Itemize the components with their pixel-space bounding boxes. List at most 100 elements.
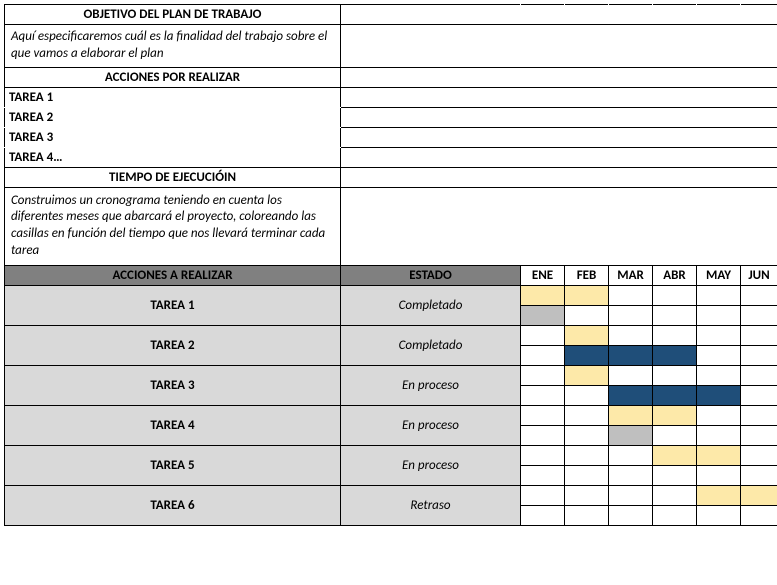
gantt-cell (741, 285, 777, 305)
gantt-cell (609, 485, 653, 505)
gantt-cell (521, 385, 565, 405)
gantt-cell (741, 325, 777, 345)
gantt-cell (653, 445, 697, 465)
gantt-cell (697, 285, 741, 305)
gantt-cell (697, 465, 741, 485)
gantt-cell (521, 465, 565, 485)
gantt-cell (653, 485, 697, 505)
gantt-cell (565, 365, 609, 385)
col-acciones: ACCIONES A REALIZAR (5, 265, 341, 285)
gantt-task-status: En proceso (341, 365, 521, 405)
gantt-cell (741, 485, 777, 505)
gantt-cell (565, 285, 609, 305)
gantt-cell (741, 385, 777, 405)
gantt-cell (521, 325, 565, 345)
gantt-cell (741, 305, 777, 325)
gantt-cell (697, 345, 741, 365)
gantt-cell (565, 465, 609, 485)
gantt-task-name: TAREA 4 (5, 405, 341, 445)
gantt-cell (609, 425, 653, 445)
gantt-cell (741, 465, 777, 485)
gantt-task-name: TAREA 1 (5, 285, 341, 325)
gantt-cell (697, 425, 741, 445)
gantt-cell (609, 505, 653, 525)
col-month: FEB (565, 265, 609, 285)
gantt-cell (609, 385, 653, 405)
gantt-cell (565, 485, 609, 505)
gantt-cell (741, 405, 777, 425)
gantt-cell (565, 505, 609, 525)
gantt-cell (653, 345, 697, 365)
col-month: JUN (741, 265, 777, 285)
gantt-cell (565, 425, 609, 445)
gantt-task-name: TAREA 2 (5, 325, 341, 365)
gantt-cell (697, 365, 741, 385)
gantt-cell (521, 505, 565, 525)
gantt-cell (741, 425, 777, 445)
tiempo-desc: Construimos un cronograma teniendo en cu… (5, 187, 341, 265)
gantt-cell (521, 445, 565, 465)
gantt-cell (697, 325, 741, 345)
gantt-cell (697, 505, 741, 525)
gantt-cell (653, 305, 697, 325)
workplan-table: OBJETIVO DEL PLAN DE TRABAJO Aquí especi… (4, 4, 777, 526)
tarea-row: TAREA 3 (5, 127, 341, 147)
gantt-cell (521, 425, 565, 445)
gantt-task-name: TAREA 3 (5, 365, 341, 405)
gantt-cell (609, 365, 653, 385)
tiempo-header: TIEMPO DE EJECUCIÓIN (5, 167, 341, 187)
gantt-cell (653, 505, 697, 525)
gantt-cell (565, 445, 609, 465)
gantt-cell (565, 305, 609, 325)
gantt-cell (697, 485, 741, 505)
gantt-cell (609, 445, 653, 465)
gantt-cell (697, 385, 741, 405)
gantt-cell (741, 505, 777, 525)
col-month: MAY (697, 265, 741, 285)
gantt-cell (653, 385, 697, 405)
gantt-cell (609, 285, 653, 305)
gantt-cell (697, 405, 741, 425)
acciones-header: ACCIONES POR REALIZAR (5, 67, 341, 87)
gantt-cell (741, 365, 777, 385)
gantt-cell (565, 405, 609, 425)
gantt-cell (653, 365, 697, 385)
gantt-cell (741, 445, 777, 465)
gantt-cell (697, 305, 741, 325)
objetivo-desc: Aquí especificaremos cuál es la finalida… (5, 25, 341, 68)
gantt-cell (653, 325, 697, 345)
gantt-cell (565, 345, 609, 365)
tarea-row: TAREA 2 (5, 107, 341, 127)
gantt-cell (609, 465, 653, 485)
gantt-cell (653, 285, 697, 305)
gantt-cell (521, 485, 565, 505)
gantt-cell (521, 285, 565, 305)
tarea-row: TAREA 4… (5, 147, 341, 167)
gantt-task-status: Retraso (341, 485, 521, 525)
gantt-cell (521, 365, 565, 385)
gantt-cell (565, 325, 609, 345)
gantt-task-name: TAREA 6 (5, 485, 341, 525)
gantt-task-name: TAREA 5 (5, 445, 341, 485)
objetivo-header: OBJETIVO DEL PLAN DE TRABAJO (5, 5, 341, 25)
gantt-cell (521, 305, 565, 325)
gantt-cell (653, 425, 697, 445)
col-month: ABR (653, 265, 697, 285)
gantt-task-status: Completado (341, 285, 521, 325)
gantt-cell (741, 345, 777, 365)
gantt-task-status: En proceso (341, 445, 521, 485)
gantt-cell (609, 345, 653, 365)
gantt-cell (609, 405, 653, 425)
gantt-cell (521, 345, 565, 365)
gantt-task-status: En proceso (341, 405, 521, 445)
col-month: MAR (609, 265, 653, 285)
gantt-cell (697, 445, 741, 465)
gantt-cell (521, 405, 565, 425)
gantt-cell (609, 325, 653, 345)
gantt-cell (609, 305, 653, 325)
gantt-task-status: Completado (341, 325, 521, 365)
gantt-cell (653, 465, 697, 485)
gantt-cell (565, 385, 609, 405)
col-month: ENE (521, 265, 565, 285)
col-estado: ESTADO (341, 265, 521, 285)
